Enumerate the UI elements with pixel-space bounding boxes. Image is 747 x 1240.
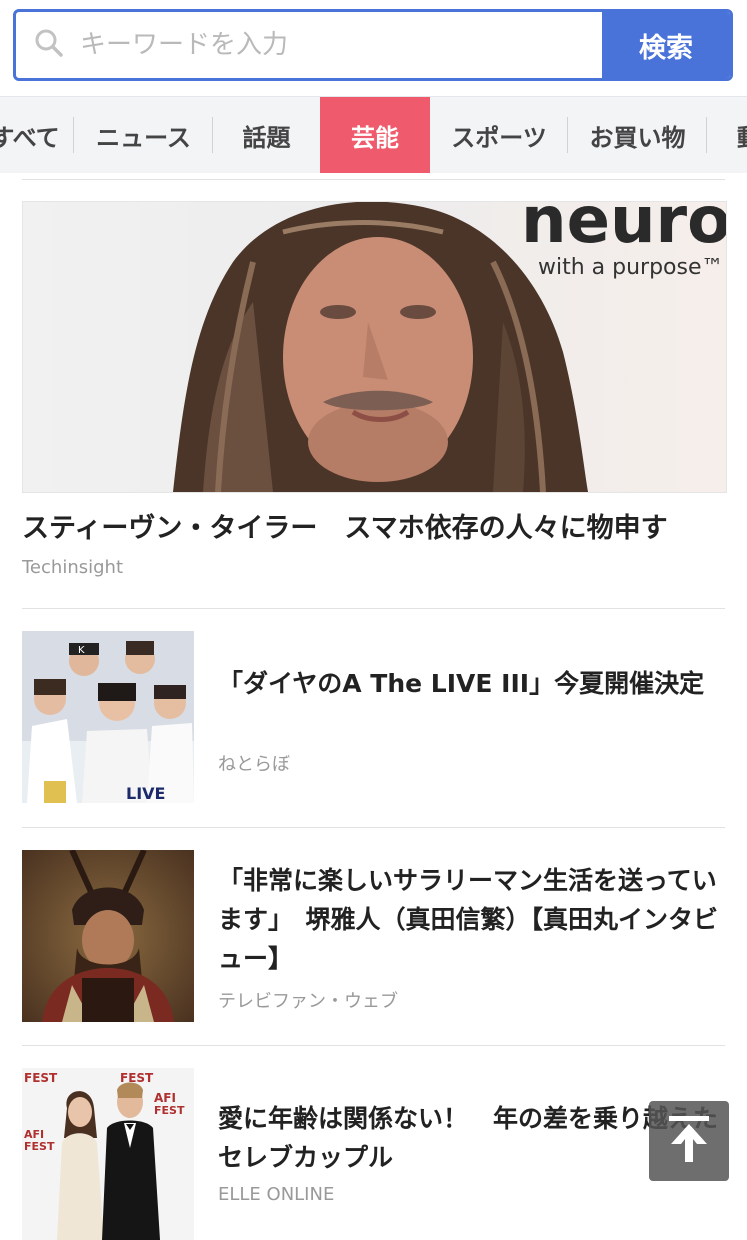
thumb-fest-text: FEST [24, 1071, 58, 1085]
hero-image-tagline: with a purpose™ [538, 255, 724, 280]
hero-source: Techinsight [22, 557, 123, 578]
category-tabs: すべて ニュース 話題 芸能 スポーツ お買い物 動画 [0, 96, 747, 173]
tab-label: スポーツ [451, 123, 547, 152]
article-thumbnail[interactable]: K LIVE [22, 631, 194, 803]
search-button[interactable]: 検索 [602, 12, 730, 78]
article-source: ELLE ONLINE [218, 1184, 335, 1205]
thumb-fest-text: FEST [24, 1140, 55, 1153]
tab-label: 話題 [242, 123, 291, 152]
divider [22, 827, 725, 828]
search-input[interactable] [78, 29, 602, 61]
tab-label: すべて [0, 123, 60, 152]
search-icon [34, 28, 64, 62]
tab-shopping[interactable]: お買い物 [568, 97, 707, 173]
thumb-fest-text: FEST [154, 1104, 185, 1117]
tab-label: ニュース [96, 123, 191, 152]
search-bar: 検索 [13, 9, 733, 81]
search-field[interactable] [16, 12, 602, 78]
tab-label: 動画 [737, 118, 747, 153]
article-thumbnail[interactable]: FEST FEST AFI FEST AFI FEST [22, 1068, 194, 1240]
thumb-jersey: LIVE [126, 784, 165, 803]
tab-sports[interactable]: スポーツ [430, 97, 568, 173]
divider [22, 608, 725, 609]
thumb-cap-letter: K [78, 645, 85, 656]
tab-video[interactable]: 動画 [707, 97, 747, 173]
divider [22, 179, 725, 180]
scroll-top-button[interactable] [649, 1101, 729, 1181]
article-title[interactable]: 「非常に楽しいサラリーマン生活を送っています」 堺雅人（真田信繁）【真田丸インタ… [218, 861, 728, 978]
arrow-up-icon [667, 1114, 711, 1168]
article-source: ねとらぼ [218, 754, 290, 775]
tab-news[interactable]: ニュース [74, 97, 213, 173]
tab-topics[interactable]: 話題 [213, 97, 320, 173]
thumb-fest-text: FEST [120, 1071, 154, 1085]
tab-label: 芸能 [351, 123, 399, 152]
divider [22, 1045, 725, 1046]
article-thumbnail[interactable] [22, 850, 194, 1022]
tab-all[interactable]: すべて [0, 97, 74, 173]
tab-label: お買い物 [589, 123, 686, 152]
hero-image[interactable]: neuro with a purpose™ [22, 201, 727, 493]
tab-entertainment[interactable]: 芸能 [320, 97, 430, 173]
hero-title[interactable]: スティーヴン・タイラー スマホ依存の人々に物申す [22, 506, 732, 545]
article-source: テレビファン・ウェブ [218, 991, 398, 1012]
hero-image-logo: neuro [521, 202, 726, 258]
thumb-afi-text: AFI [154, 1091, 176, 1105]
article-title[interactable]: 「ダイヤのA The LIVE III」今夏開催決定 [218, 664, 728, 703]
